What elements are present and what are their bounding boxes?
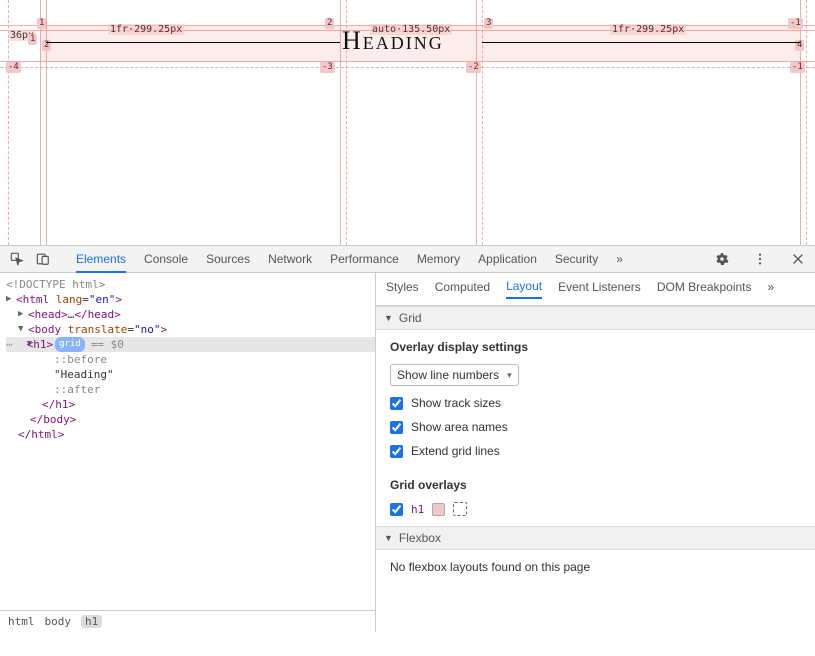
chk-extend-lines[interactable]: Extend grid lines: [390, 444, 801, 458]
dom-tree[interactable]: <!DOCTYPE html> ▶<html lang="en"> ▶<head…: [0, 273, 375, 610]
page-viewport: 36px 1fr·299.25px auto·135.50px 1fr·299.…: [0, 0, 815, 246]
overlay-dashed-icon[interactable]: [453, 502, 467, 516]
overlay-color-swatch[interactable]: [432, 503, 445, 516]
chevron-down-icon: ▼: [384, 313, 393, 323]
crumb-h1[interactable]: h1: [81, 615, 102, 628]
close-icon[interactable]: [785, 248, 811, 270]
device-toggle-icon[interactable]: [30, 248, 56, 270]
overlay-settings-title: Overlay display settings: [390, 340, 801, 354]
text-node[interactable]: "Heading": [54, 367, 114, 382]
tab-memory[interactable]: Memory: [417, 246, 460, 273]
line-num: -1: [788, 18, 803, 29]
line-num: -4: [6, 62, 21, 73]
eq-dollar-zero: == $0: [91, 337, 124, 352]
styles-tab-styles[interactable]: Styles: [386, 280, 419, 298]
chk-area-input[interactable]: [390, 421, 403, 434]
chk-track-sizes[interactable]: Show track sizes: [390, 396, 801, 410]
gear-icon[interactable]: [709, 248, 735, 270]
grid-section-header[interactable]: ▼ Grid: [376, 306, 815, 330]
styles-tab-overflow[interactable]: »: [768, 280, 775, 298]
overlay-h1-checkbox[interactable]: [390, 503, 403, 516]
styles-tab-listeners[interactable]: Event Listeners: [558, 280, 641, 298]
crumb-body[interactable]: body: [45, 615, 72, 628]
select-value: Show line numbers: [397, 368, 499, 382]
grid-badge[interactable]: grid: [55, 337, 85, 352]
chk-area-label: Show area names: [411, 420, 508, 434]
flexbox-section-header[interactable]: ▼ Flexbox: [376, 526, 815, 550]
crumb-html[interactable]: html: [8, 615, 35, 628]
kebab-icon[interactable]: [747, 248, 773, 270]
h1-node-selected[interactable]: ⋯ ▼ <h1> grid == $0: [6, 337, 375, 352]
tab-security[interactable]: Security: [555, 246, 598, 273]
col3-measure: 1fr·299.25px: [610, 24, 686, 35]
inspect-icon[interactable]: [4, 248, 30, 270]
line-num: 1: [37, 18, 46, 29]
grid-overlays-title: Grid overlays: [390, 478, 801, 492]
flexbox-empty-message: No flexbox layouts found on this page: [390, 560, 801, 574]
styles-tab-dom-breakpoints[interactable]: DOM Breakpoints: [657, 280, 752, 298]
chk-extend-input[interactable]: [390, 445, 403, 458]
tab-sources[interactable]: Sources: [206, 246, 250, 273]
line-numbers-select[interactable]: Show line numbers ▾: [390, 364, 519, 386]
head-node[interactable]: <head>…</head>: [28, 307, 121, 322]
grid-section-label: Grid: [399, 311, 422, 325]
after-pseudo[interactable]: ::after: [54, 382, 100, 397]
overlay-row-h1: h1: [390, 502, 801, 516]
line-num: 1: [28, 34, 37, 45]
chk-area-names[interactable]: Show area names: [390, 420, 801, 434]
breadcrumb: html body h1: [0, 610, 375, 632]
styles-tab-layout[interactable]: Layout: [506, 279, 542, 299]
tab-console[interactable]: Console: [144, 246, 188, 273]
tab-elements[interactable]: Elements: [76, 246, 126, 273]
elements-panel: <!DOCTYPE html> ▶<html lang="en"> ▶<head…: [0, 273, 376, 632]
col1-measure: 1fr·299.25px: [108, 24, 184, 35]
grid-overlay: 36px 1fr·299.25px auto·135.50px 1fr·299.…: [0, 0, 815, 245]
devtools-toolbar: Elements Console Sources Network Perform…: [0, 246, 815, 273]
chk-track-label: Show track sizes: [411, 396, 501, 410]
line-num: 2: [325, 18, 334, 29]
overlay-element-name[interactable]: h1: [411, 503, 424, 516]
tab-network[interactable]: Network: [268, 246, 312, 273]
devtools-tabs: Elements Console Sources Network Perform…: [76, 246, 709, 273]
html-open[interactable]: <html lang="en">: [16, 292, 122, 307]
chk-track-input[interactable]: [390, 397, 403, 410]
h1-close[interactable]: </h1>: [42, 397, 75, 412]
chevron-down-icon: ▼: [384, 533, 393, 543]
line-num: 3: [484, 18, 493, 29]
styles-tab-computed[interactable]: Computed: [435, 280, 490, 298]
body-open[interactable]: <body translate="no">: [28, 322, 167, 337]
html-close[interactable]: </html>: [18, 427, 64, 442]
flexbox-section-label: Flexbox: [399, 531, 441, 545]
before-pseudo[interactable]: ::before: [54, 352, 107, 367]
doctype-node[interactable]: <!DOCTYPE html>: [6, 277, 105, 292]
styles-panel: Styles Computed Layout Event Listeners D…: [376, 273, 815, 632]
chevron-down-icon: ▾: [507, 370, 512, 381]
line-num: -2: [466, 62, 481, 73]
chk-extend-label: Extend grid lines: [411, 444, 500, 458]
tab-application[interactable]: Application: [478, 246, 537, 273]
body-close[interactable]: </body>: [30, 412, 76, 427]
tab-overflow[interactable]: »: [616, 246, 623, 273]
heading-text: Heading: [342, 26, 444, 56]
line-num: -1: [790, 62, 805, 73]
tab-performance[interactable]: Performance: [330, 246, 399, 273]
line-num: -3: [320, 62, 335, 73]
